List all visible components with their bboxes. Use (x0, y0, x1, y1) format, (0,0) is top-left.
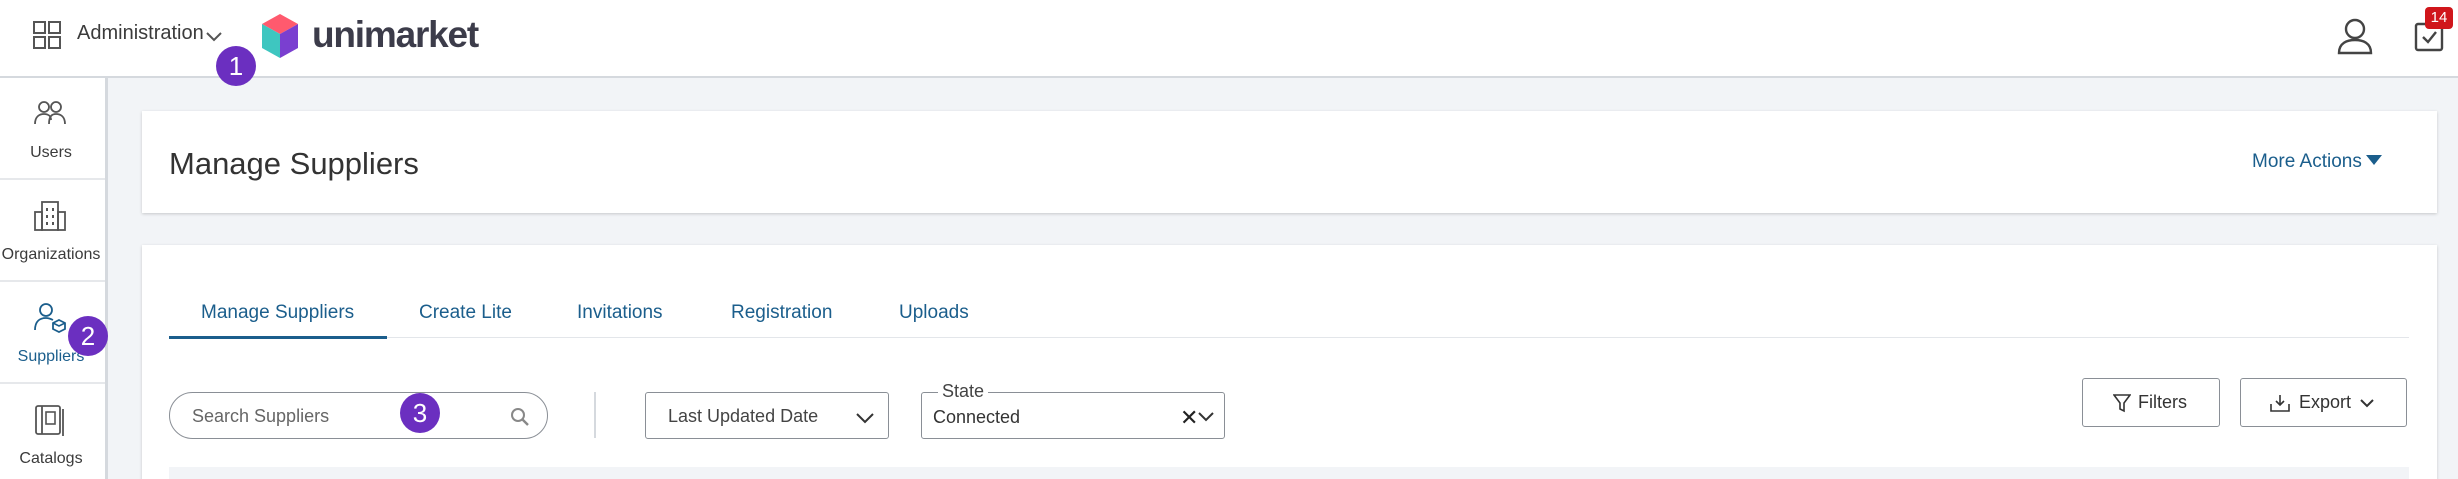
state-field-label: State (938, 381, 989, 402)
chevron-down-icon (856, 413, 874, 424)
catalog-icon (35, 405, 64, 436)
app-grid-icon[interactable] (32, 20, 62, 50)
search-icon[interactable] (510, 407, 530, 427)
export-label: Export (2299, 392, 2352, 412)
app-switcher-label[interactable]: Administration (77, 22, 204, 45)
sidebar-item-label: Catalogs (19, 450, 83, 467)
export-button[interactable]: Export (2240, 378, 2407, 427)
more-actions-label: More Actions (2252, 151, 2362, 172)
active-tab-indicator (169, 336, 387, 339)
step-marker-2: 2 (68, 316, 108, 356)
suppliers-table-header (169, 467, 2409, 479)
tab-manage-suppliers[interactable]: Manage Suppliers (201, 302, 354, 324)
filters-label: Filters (2138, 392, 2187, 412)
caret-down-icon (2365, 155, 2382, 165)
tab-create-lite[interactable]: Create Lite (419, 302, 512, 324)
search-box[interactable] (169, 392, 548, 439)
export-tray-icon (2270, 395, 2290, 412)
tabs-divider (169, 337, 2409, 338)
chevron-down-icon (2360, 399, 2374, 408)
page-title: Manage Suppliers (169, 146, 419, 181)
tab-uploads[interactable]: Uploads (899, 302, 969, 324)
filter-icon (2113, 394, 2131, 413)
chevron-down-icon[interactable] (204, 26, 224, 46)
sort-by-select[interactable]: Last Updated Date (645, 392, 889, 439)
step-marker-3: 3 (400, 393, 440, 433)
tab-invitations[interactable]: Invitations (577, 302, 663, 324)
sidebar-item-organizations[interactable]: Organizations (0, 180, 105, 282)
search-input[interactable] (192, 403, 492, 429)
user-profile-icon[interactable] (2335, 16, 2375, 56)
logo-text: unimarket (312, 14, 479, 55)
sidebar-item-label: Organizations (1, 246, 101, 263)
page-header-card: Manage Suppliers More Actions (142, 111, 2437, 213)
top-header: Administration unimarket 14 (0, 0, 2458, 78)
sidebar: Users Organizations Suppliers Catalogs (0, 78, 108, 479)
building-icon (34, 201, 66, 231)
more-actions-button[interactable]: More Actions (2252, 151, 2382, 173)
supplier-icon (34, 303, 66, 334)
state-filter-select[interactable]: State Connected ✕ (921, 381, 1225, 439)
sort-by-value: Last Updated Date (668, 406, 819, 426)
sidebar-item-label: Users (30, 144, 72, 161)
sidebar-item-users[interactable]: Users (0, 78, 105, 180)
state-selected-value: Connected (933, 407, 1021, 427)
chevron-down-icon[interactable] (1196, 407, 1216, 427)
toolbar-divider (594, 392, 596, 438)
filters-button[interactable]: Filters (2082, 378, 2220, 427)
sidebar-item-catalogs[interactable]: Catalogs (0, 384, 105, 479)
tab-registration[interactable]: Registration (731, 302, 832, 324)
notification-badge: 14 (2425, 7, 2453, 29)
suppliers-content-card: Manage Suppliers Create Lite Invitations… (142, 245, 2437, 479)
unimarket-logo-icon (262, 14, 298, 58)
users-icon (34, 101, 66, 125)
step-marker-1: 1 (216, 46, 256, 86)
